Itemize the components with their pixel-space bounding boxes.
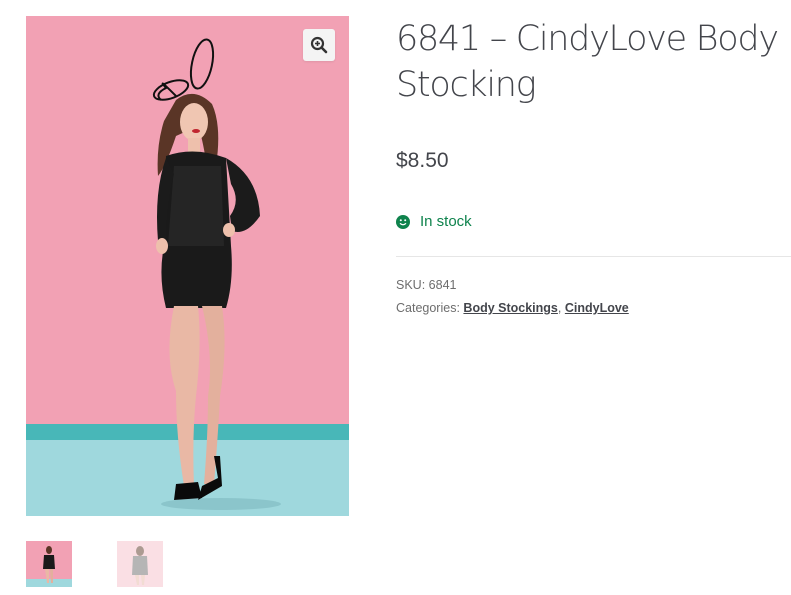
sku-label: SKU: bbox=[396, 278, 426, 292]
thumbnail-1-image bbox=[26, 541, 72, 587]
categories-row: Categories: Body Stockings, CindyLove bbox=[396, 297, 788, 320]
zoom-button[interactable] bbox=[303, 29, 335, 61]
thumbnail-list bbox=[26, 541, 163, 587]
thumbnail-1[interactable] bbox=[26, 541, 72, 587]
product-meta: SKU: 6841 Categories: Body Stockings, Ci… bbox=[396, 274, 788, 320]
product-title: 6841 – CindyLove Body Stocking bbox=[396, 19, 779, 105]
sku-value: 6841 bbox=[428, 278, 457, 292]
category-link-cindylove[interactable]: CindyLove bbox=[565, 301, 629, 315]
product-summary: 6841 – CindyLove Body Stocking $8.50 In … bbox=[396, 16, 791, 320]
stock-status-text: In stock bbox=[420, 213, 472, 230]
category-separator: , bbox=[557, 301, 562, 315]
product-gallery bbox=[26, 16, 349, 587]
thumbnail-2-image bbox=[117, 541, 163, 587]
sku-row: SKU: 6841 bbox=[396, 274, 788, 297]
stock-status: In stock bbox=[396, 213, 788, 230]
category-link-body-stockings[interactable]: Body Stockings bbox=[463, 301, 557, 315]
product-price: $8.50 bbox=[396, 149, 449, 172]
categories-label: Categories: bbox=[396, 301, 460, 315]
meta-divider bbox=[396, 256, 791, 257]
magnifier-plus-icon bbox=[310, 36, 328, 54]
smiley-icon bbox=[396, 214, 410, 229]
product-photo bbox=[26, 16, 349, 516]
product-main-image[interactable] bbox=[26, 16, 349, 516]
thumbnail-2[interactable] bbox=[117, 541, 163, 587]
